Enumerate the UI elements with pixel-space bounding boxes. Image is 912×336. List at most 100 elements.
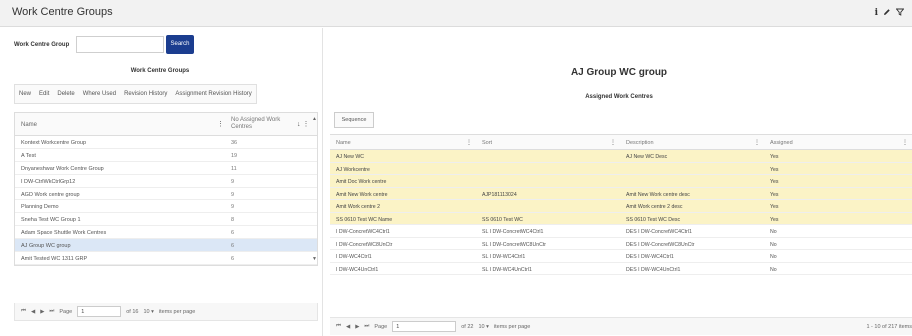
assigned-cell: No	[770, 229, 777, 235]
group-name-cell: Amit Tested WC 1311 GRP	[21, 256, 88, 263]
last-page-icon[interactable]: ⏭	[364, 323, 369, 330]
first-page-icon[interactable]: ⏮	[21, 308, 26, 315]
sort-cell: AJP181113024	[482, 191, 517, 198]
new-button[interactable]: New	[15, 85, 35, 103]
table-row[interactable]: AGD Work centre group 9	[15, 188, 317, 201]
page-size-select[interactable]: 10 ▾	[143, 309, 153, 315]
column-menu-icon[interactable]: ⋮	[217, 120, 224, 128]
assigned-count-cell: 8	[231, 217, 235, 224]
last-page-icon[interactable]: ⏭	[49, 308, 54, 315]
description-cell: SS 0610 Test WC Desc	[626, 216, 681, 223]
info-icon[interactable]: i	[875, 8, 878, 18]
assigned-cell: No	[770, 254, 777, 260]
table-row[interactable]: SS 0610 Test WC Name SS 0610 Test WC SS 06…	[330, 212, 912, 225]
sort-cell: SS 0610 Test WC	[482, 216, 523, 223]
assigned-cell: Yes	[770, 179, 779, 185]
search-button[interactable]: Search	[166, 35, 194, 54]
name-cell: Amit Work centre 2	[336, 204, 381, 210]
table-row[interactable]: Amit Tested WC 1311 GRP 6	[15, 252, 317, 265]
items-per-page-label: items per page	[158, 308, 196, 315]
scroll-down-icon[interactable]: ▼	[312, 256, 317, 262]
items-count-label: 1 - 10 of 217 items	[866, 324, 912, 330]
name-cell: I DW-ConcretWC8UnCtr	[336, 241, 393, 248]
table-row[interactable]: Sneha Test WC Group 1 8	[15, 213, 317, 227]
name-cell: Amit Doc Work centre	[336, 179, 387, 185]
assigned-count-cell: 9	[231, 178, 235, 185]
table-row[interactable]: A Test 19	[15, 149, 317, 162]
prev-page-icon[interactable]: ◀	[31, 309, 35, 315]
column-header-name[interactable]: Name	[21, 122, 37, 128]
description-cell: AJ New WC Desc	[626, 154, 668, 160]
table-row[interactable]: I DW-ConcretWC8UnCtr SL I DW-ConcretWC8Un…	[330, 238, 912, 250]
first-page-icon[interactable]: ⏮	[336, 323, 341, 330]
scroll-up-icon[interactable]: ▲	[312, 116, 317, 122]
name-cell: AJ New WC	[336, 154, 364, 160]
column-menu-icon[interactable]: ⋮	[466, 139, 472, 146]
items-per-page-label: items per page	[493, 323, 531, 330]
column-menu-icon[interactable]: ⋮	[610, 139, 616, 146]
table-row[interactable]: I DW-ConcretWC4Ctrl1 SL I DW-ConcretWC4Ct…	[330, 225, 912, 238]
next-page-icon[interactable]: ▶	[355, 324, 359, 330]
pencil-icon[interactable]	[883, 8, 891, 18]
grid-header: Name ⋮ No Assigned Work Centres ↓ ⋮	[15, 113, 317, 136]
table-row[interactable]: I DW-WC4UnCtrl1 SL I DW-WC4UnCtrl1 DES I D…	[330, 263, 912, 275]
page-size-select[interactable]: 10 ▾	[478, 324, 488, 330]
grid-scrollbar[interactable]: ▲ ▼	[311, 113, 317, 265]
column-header-count[interactable]: No Assigned Work Centres	[231, 117, 287, 131]
table-row[interactable]: Planning Demo 9	[15, 200, 317, 214]
where-used-button[interactable]: Where Used	[79, 85, 120, 103]
page-label: Page	[59, 308, 73, 315]
group-name-cell: Planning Demo	[21, 204, 59, 211]
work-centre-group-search-input[interactable]	[76, 36, 164, 53]
filter-icon[interactable]	[895, 8, 905, 18]
table-row[interactable]: Amit New Work centre AJP181113024 Amit New…	[330, 187, 912, 200]
next-page-icon[interactable]: ▶	[40, 309, 44, 315]
sort-icon[interactable]: ↓ ⋮	[297, 120, 309, 128]
table-row[interactable]: Adam Space Shuttle Work Centres 6	[15, 226, 317, 240]
column-header-sort[interactable]: Sort	[482, 140, 492, 146]
assigned-cell: No	[770, 241, 777, 248]
description-cell: DES I DW-WC4Ctrl1	[626, 254, 674, 260]
assignment-revision-history-button[interactable]: Assignment Revision History	[171, 85, 255, 103]
column-menu-icon[interactable]: ⋮	[754, 139, 760, 146]
window-title: Work Centre Groups	[12, 6, 113, 18]
table-row[interactable]: I DW-WC4Ctrl1 SL I DW-WC4Ctrl1 DES I DW-WC…	[330, 250, 912, 263]
column-menu-icon[interactable]: ⋮	[902, 139, 908, 146]
right-pager: ⏮ ◀ ▶ ⏭ Page 1 of 22 10 ▾ items per page…	[330, 317, 912, 335]
description-cell: DES I DW-WC4UnCtrl1	[626, 266, 681, 273]
revision-history-button[interactable]: Revision History	[120, 85, 171, 103]
panel-divider[interactable]	[322, 28, 323, 336]
assigned-count-cell: 6	[231, 230, 235, 237]
table-row[interactable]: AJ Group WC group 6	[15, 239, 317, 253]
table-row[interactable]: AJ Workcentre Yes	[330, 162, 912, 175]
page-of-label: of 22	[461, 323, 474, 330]
table-row[interactable]: Amit Doc Work centre Yes	[330, 175, 912, 188]
page-of-label: of 16	[126, 308, 139, 315]
left-pager: ⏮ ◀ ▶ ⏭ Page 1 of 16 10 ▾ items per page	[14, 303, 318, 321]
sort-cell: SL I DW-ConcretWC8UnCtr	[482, 241, 546, 248]
column-header-assigned[interactable]: Assigned	[770, 140, 793, 146]
page-input[interactable]: 1	[392, 321, 457, 332]
group-name-cell: I DW-CtrlWkCtrlGrp12	[21, 178, 76, 185]
table-row[interactable]: AJ New WC AJ New WC Desc Yes	[330, 150, 912, 163]
table-row[interactable]: Amit Work centre 2 Amit Work centre 2 des…	[330, 200, 912, 213]
column-header-description[interactable]: Description	[626, 140, 654, 146]
name-cell: SS 0610 Test WC Name	[336, 216, 393, 223]
name-cell: AJ Workcentre	[336, 166, 370, 173]
column-header-name[interactable]: Name	[336, 140, 351, 146]
sequence-button[interactable]: Sequence	[334, 112, 374, 128]
table-row[interactable]: Kontext Workcentre Group 36	[15, 136, 317, 149]
delete-button[interactable]: Delete	[53, 85, 78, 103]
selected-group-title: AJ Group WC group	[570, 67, 668, 78]
table-row[interactable]: I DW-CtrlWkCtrlGrp12 9	[15, 175, 317, 188]
group-name-cell: Adam Space Shuttle Work Centres	[21, 230, 107, 237]
assigned-count-cell: 19	[231, 152, 238, 159]
left-toolbar: New Edit Delete Where Used Revision Hist…	[14, 84, 257, 104]
edit-button[interactable]: Edit	[35, 85, 53, 103]
assigned-work-centres-heading: Assigned Work Centres	[585, 94, 653, 100]
assigned-cell: Yes	[770, 216, 779, 223]
group-name-cell: AGD Work centre group	[21, 191, 80, 198]
page-input[interactable]: 1	[77, 306, 122, 317]
table-row[interactable]: Dnyaneshwar Work Centre Group 11	[15, 162, 317, 175]
prev-page-icon[interactable]: ◀	[346, 324, 350, 330]
